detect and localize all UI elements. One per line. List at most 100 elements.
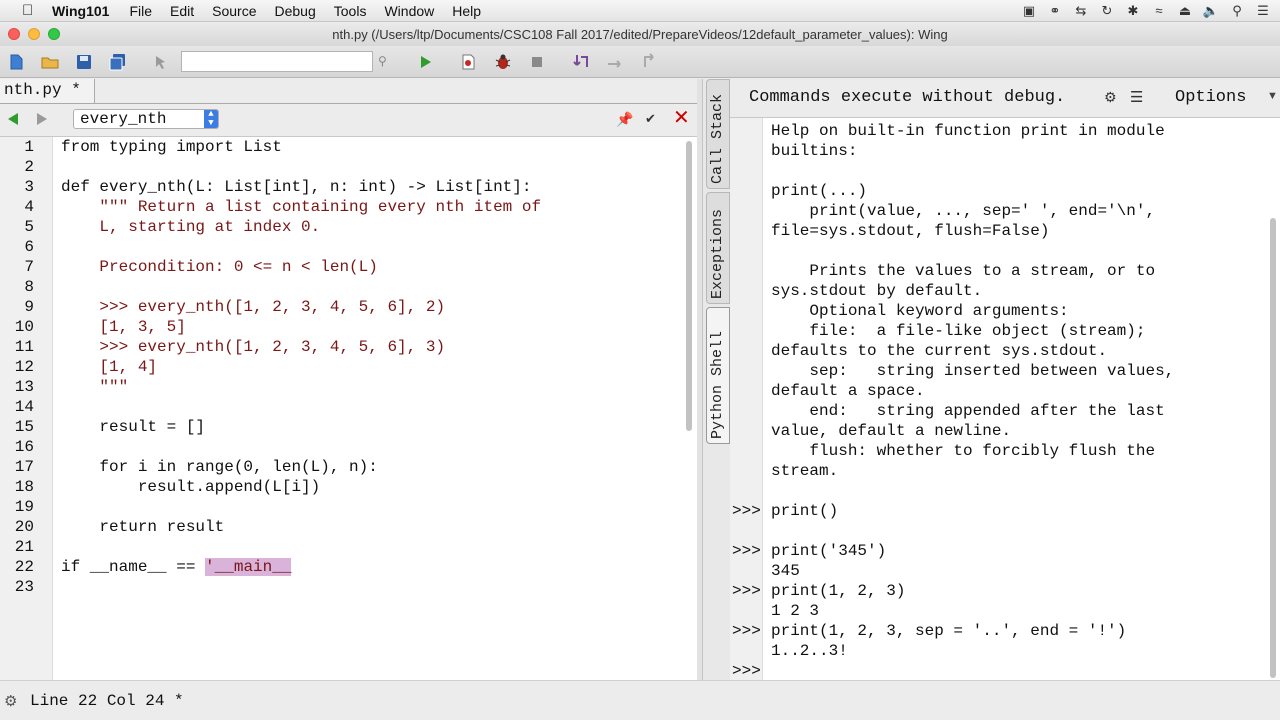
code-line: L, starting at index 0. xyxy=(61,218,321,236)
shell-output-line: file=sys.stdout, flush=False) xyxy=(771,222,1050,240)
search-icon[interactable]: ⚲ xyxy=(378,54,392,68)
close-file-icon[interactable]: ✕ xyxy=(673,108,691,128)
screen-record-icon[interactable]: ▣ xyxy=(1020,4,1038,18)
apple-icon[interactable]:  xyxy=(22,2,38,19)
glasses-icon[interactable]: ⚭ xyxy=(1046,4,1064,18)
spotlight-icon[interactable]: ⚲ xyxy=(1228,4,1246,18)
shell-status-message: Commands execute without debug. xyxy=(749,88,1066,107)
new-file-icon[interactable] xyxy=(6,52,26,72)
status-bar: ⚙ Line 22 Col 24 * xyxy=(0,680,1280,720)
shell-prompt: >>> xyxy=(732,622,761,640)
stop-icon[interactable] xyxy=(527,52,547,72)
debug-bug-icon[interactable] xyxy=(493,52,513,72)
close-window-button[interactable] xyxy=(8,28,20,40)
menu-window[interactable]: Window xyxy=(384,3,434,19)
toolbar: ⚲ xyxy=(0,46,1280,78)
options-dropdown-icon[interactable]: ▼ xyxy=(1267,90,1278,102)
time-machine-icon[interactable]: ↻ xyxy=(1098,4,1116,18)
code-line: return result xyxy=(61,518,225,536)
nav-forward-icon[interactable] xyxy=(37,113,47,125)
line-number: 5 xyxy=(24,218,34,236)
teamviewer-icon[interactable]: ⇆ xyxy=(1072,4,1090,18)
scope-dropdown[interactable]: every_nth ▲ ▼ xyxy=(73,109,219,129)
wifi-icon[interactable]: ≈ xyxy=(1150,4,1168,18)
tab-python-shell[interactable]: Python Shell xyxy=(706,307,730,444)
shell-output-line: 345 xyxy=(771,562,800,580)
shell-output-line: file: a file-like object (stream); xyxy=(771,322,1146,340)
nav-back-icon[interactable] xyxy=(8,113,18,125)
step-over-icon[interactable] xyxy=(605,52,625,72)
shell-output-line: Prints the values to a stream, or to xyxy=(771,262,1156,280)
breakpoint-icon[interactable] xyxy=(458,52,478,72)
shell-prompt: >>> xyxy=(732,542,761,560)
shell-output-line: builtins: xyxy=(771,142,858,160)
tab-exceptions-label: Exceptions xyxy=(709,208,726,299)
scope-dropdown-value: every_nth xyxy=(80,110,167,128)
step-into-icon[interactable] xyxy=(571,52,591,72)
shell-output-line: default a space. xyxy=(771,382,925,400)
code-line: [1, 4] xyxy=(61,358,158,376)
tab-exceptions[interactable]: Exceptions xyxy=(706,192,730,304)
tab-nth-py[interactable]: nth.py * xyxy=(0,79,95,103)
menu-debug[interactable]: Debug xyxy=(275,3,316,19)
cursor-position-status: Line 22 Col 24 * xyxy=(30,692,184,710)
menu-source[interactable]: Source xyxy=(212,3,256,19)
menu-file[interactable]: File xyxy=(129,3,152,19)
shell-prompt: >>> xyxy=(732,582,761,600)
bluetooth-icon[interactable]: ✱ xyxy=(1124,4,1142,18)
shell-output-line: print(value, ..., sep=' ', end='\n', xyxy=(771,202,1156,220)
pointer-tool-icon[interactable] xyxy=(151,52,171,72)
line-number: 10 xyxy=(14,318,34,336)
minimize-window-button[interactable] xyxy=(28,28,40,40)
code-line: from typing import List xyxy=(61,138,282,156)
code-line: for i in range(0, len(L), n): xyxy=(61,458,378,476)
line-number: 2 xyxy=(24,158,34,176)
code-line: >>> every_nth([1, 2, 3, 4, 5, 6], 3) xyxy=(61,338,446,356)
list-options-icon[interactable]: ☰ xyxy=(1130,88,1148,106)
code-line: result.append(L[i]) xyxy=(61,478,321,496)
tab-python-shell-label: Python Shell xyxy=(709,330,726,439)
tab-call-stack[interactable]: Call Stack xyxy=(706,79,730,189)
menu-edit[interactable]: Edit xyxy=(170,3,194,19)
line-number: 1 xyxy=(24,138,34,156)
menu-help[interactable]: Help xyxy=(452,3,481,19)
app-menu[interactable]: Wing101 xyxy=(52,3,109,19)
volume-icon[interactable]: 🔈 xyxy=(1202,4,1220,18)
code-editor[interactable]: 1 2 3 4 5 6 7 8 9 10 11 12 13 14 15 16 1… xyxy=(0,136,697,681)
python-shell[interactable]: >>> >>> >>> >>> >>> Help on built-in functio… xyxy=(730,117,1280,681)
shell-header: Commands execute without debug. ⚙ ☰ Opti… xyxy=(730,79,1280,117)
save-icon[interactable] xyxy=(74,52,94,72)
line-number: 14 xyxy=(14,398,34,416)
editor-navigation-bar: every_nth ▲ ▼ 📌 ✔ ✕ xyxy=(0,104,697,136)
line-number: 20 xyxy=(14,518,34,536)
shell-output-line: flush: whether to forcibly flush the xyxy=(771,442,1156,460)
debug-shell-bug-icon[interactable]: ⚙ xyxy=(1104,89,1120,105)
menu-tools[interactable]: Tools xyxy=(334,3,367,19)
chevron-down-icon[interactable]: ✔ xyxy=(645,111,661,127)
line-number: 21 xyxy=(14,538,34,556)
line-number: 6 xyxy=(24,238,34,256)
editor-scrollbar[interactable] xyxy=(686,141,692,431)
toolbar-search-input[interactable] xyxy=(181,51,373,72)
line-number: 11 xyxy=(14,338,34,356)
gear-icon[interactable]: ⚙ xyxy=(4,692,20,710)
notification-center-icon[interactable]: ☰ xyxy=(1254,4,1272,18)
shell-input-line: print() xyxy=(771,502,839,520)
macos-menu-bar:  Wing101 File Edit Source Debug Tools W… xyxy=(0,0,1280,22)
shell-scrollbar[interactable] xyxy=(1270,218,1276,678)
line-number: 18 xyxy=(14,478,34,496)
open-folder-icon[interactable] xyxy=(40,52,60,72)
step-out-icon[interactable] xyxy=(639,52,659,72)
line-number: 3 xyxy=(24,178,34,196)
code-line: [1, 3, 5] xyxy=(61,318,186,336)
shell-output-line: Optional keyword arguments: xyxy=(771,302,1069,320)
pin-icon[interactable]: 📌 xyxy=(616,111,633,127)
zoom-window-button[interactable] xyxy=(48,28,60,40)
eject-icon[interactable]: ⏏ xyxy=(1176,4,1194,18)
window-title-bar: nth.py (/Users/ltp/Documents/CSC108 Fall… xyxy=(0,22,1280,46)
shell-output-line: sep: string inserted between values, xyxy=(771,362,1175,380)
options-menu-button[interactable]: Options xyxy=(1175,88,1246,107)
shell-output-line: 1..2..3! xyxy=(771,642,848,660)
save-all-icon[interactable] xyxy=(108,52,128,72)
run-icon[interactable] xyxy=(415,52,435,72)
